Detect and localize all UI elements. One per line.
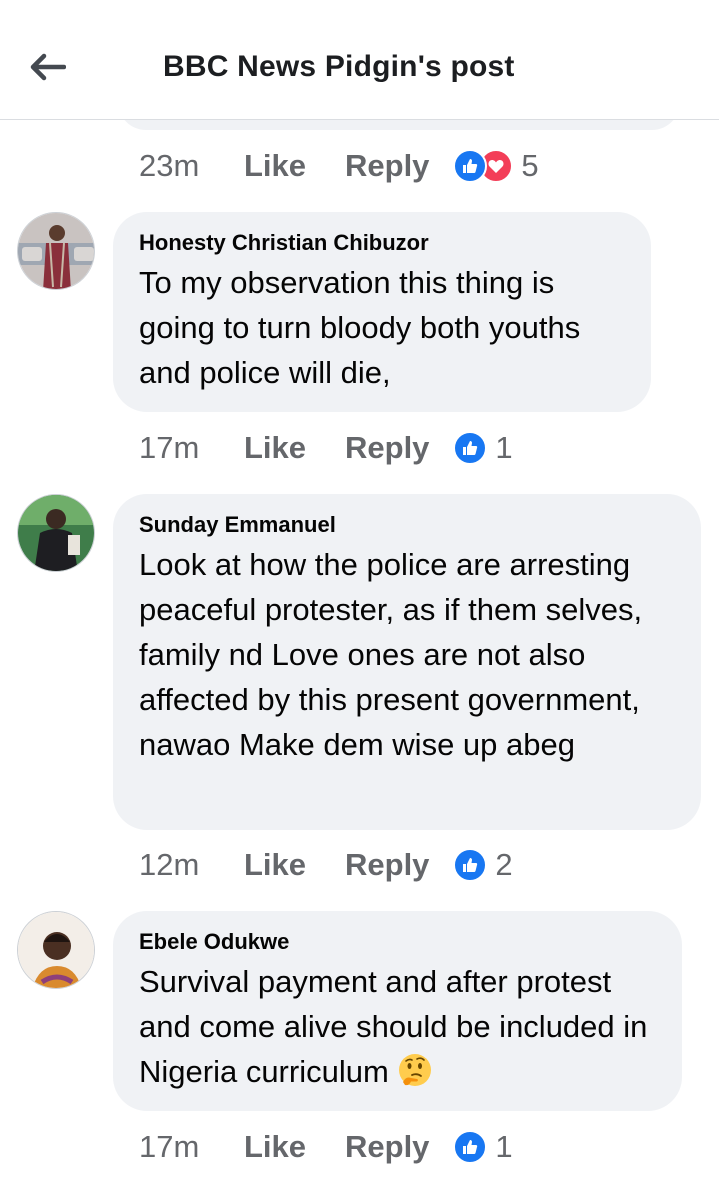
like-button[interactable]: Like bbox=[244, 148, 345, 184]
reply-button[interactable]: Reply bbox=[345, 847, 429, 883]
reply-button[interactable]: Reply bbox=[345, 148, 429, 184]
like-button[interactable]: Like bbox=[244, 1129, 345, 1165]
like-reaction-icon bbox=[453, 431, 488, 465]
comment-bubble[interactable]: Honesty Christian Chibuzor To my observa… bbox=[113, 212, 651, 412]
comment-actions: 17m Like Reply 1 bbox=[139, 428, 513, 468]
profile-photo bbox=[18, 495, 94, 571]
avatar[interactable] bbox=[17, 911, 95, 989]
profile-photo bbox=[18, 213, 94, 289]
avatar[interactable] bbox=[17, 212, 95, 290]
top-bar: BBC News Pidgin's post bbox=[0, 0, 719, 120]
comment-text-content: Survival payment and after protest and c… bbox=[139, 964, 648, 1089]
page-title: BBC News Pidgin's post bbox=[163, 50, 515, 83]
like-button[interactable]: Like bbox=[244, 847, 345, 883]
back-arrow-icon bbox=[30, 53, 66, 81]
comment-time[interactable]: 12m bbox=[139, 847, 244, 883]
comment-text: To my observation this thing is going to… bbox=[139, 265, 581, 390]
like-reaction-icon bbox=[453, 848, 488, 882]
reply-button[interactable]: Reply bbox=[345, 1129, 429, 1165]
reaction-summary[interactable]: 2 bbox=[453, 847, 513, 883]
comment-actions: 23m Like Reply 5 bbox=[139, 146, 539, 186]
reaction-count: 2 bbox=[495, 847, 513, 882]
comment-time[interactable]: 17m bbox=[139, 430, 244, 466]
comment-actions: 12m Like Reply 2 bbox=[139, 845, 513, 885]
reaction-summary[interactable]: 1 bbox=[453, 430, 513, 466]
reaction-count: 5 bbox=[521, 148, 539, 183]
reaction-count: 1 bbox=[495, 1129, 513, 1164]
like-reaction-icon bbox=[453, 149, 488, 183]
comment-author[interactable]: Sunday Emmanuel bbox=[139, 512, 675, 538]
comment-time[interactable]: 17m bbox=[139, 1129, 244, 1165]
comment-author[interactable]: Ebele Odukwe bbox=[139, 929, 656, 955]
reaction-summary[interactable]: 1 bbox=[453, 1129, 513, 1165]
like-button[interactable]: Like bbox=[244, 430, 345, 466]
comment-text: Survival payment and after protest and c… bbox=[139, 959, 656, 1094]
reaction-summary[interactable]: 5 bbox=[453, 148, 539, 184]
comment-time[interactable]: 23m bbox=[139, 148, 244, 184]
comment-bubble[interactable]: Sunday Emmanuel Look at how the police a… bbox=[113, 494, 701, 830]
comment-bubble[interactable]: Ebele Odukwe Survival payment and after … bbox=[113, 911, 682, 1111]
comment-actions: 17m Like Reply 1 bbox=[139, 1127, 513, 1167]
avatar[interactable] bbox=[17, 494, 95, 572]
comment-text: Look at how the police are arresting pea… bbox=[139, 547, 643, 762]
profile-photo bbox=[18, 912, 94, 988]
back-button[interactable] bbox=[22, 44, 72, 90]
reply-button[interactable]: Reply bbox=[345, 430, 429, 466]
comment-author[interactable]: Honesty Christian Chibuzor bbox=[139, 230, 625, 256]
like-reaction-icon bbox=[453, 1130, 488, 1164]
reaction-count: 1 bbox=[495, 430, 513, 465]
thinking-face-icon bbox=[399, 1054, 432, 1086]
